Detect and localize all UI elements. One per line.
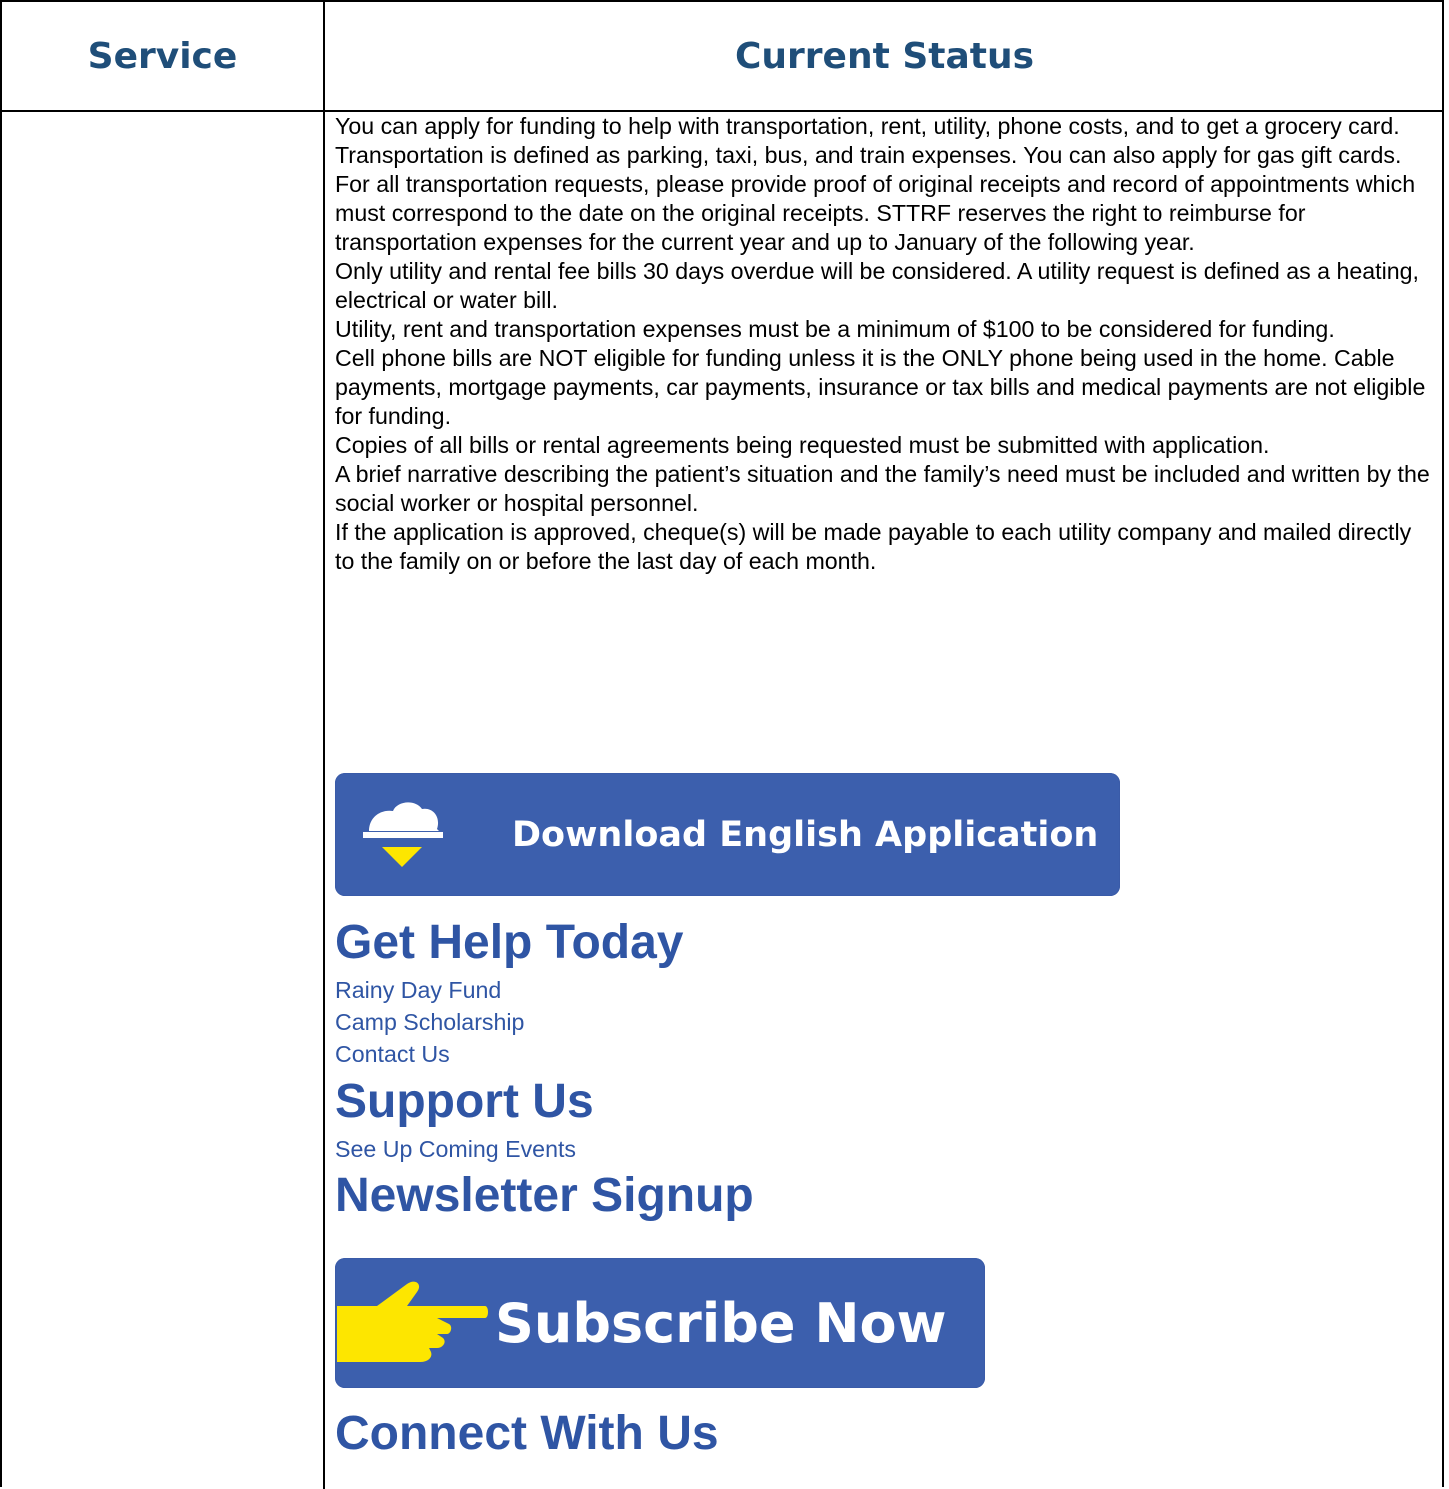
subscribe-button-label: Subscribe Now [495,1291,947,1355]
newsletter-signup-heading: Newsletter Signup [335,1169,754,1222]
header-service: Service [87,35,238,77]
connect-with-us-heading: Connect With Us [335,1407,719,1460]
link-upcoming-events[interactable]: See Up Coming Events [335,1135,576,1163]
status-cell-content: You can apply for funding to help with t… [335,112,1430,576]
cloud-download-icon [363,802,443,867]
paragraph-narrative: A brief narrative describing the patient… [335,461,1430,516]
paragraph-cell-phone: Cell phone bills are NOT eligible for fu… [335,345,1426,429]
download-button-label: Download English Application [512,814,1099,855]
paragraph-utility: Only utility and rental fee bills 30 day… [335,258,1420,313]
paragraph-intro: You can apply for funding to help with t… [335,113,1400,139]
link-rainy-day-fund[interactable]: Rainy Day Fund [335,976,501,1004]
paragraph-copies: Copies of all bills or rental agreements… [335,432,1270,458]
paragraph-approval: If the application is approved, cheque(s… [335,519,1412,574]
link-contact-us[interactable]: Contact Us [335,1040,450,1068]
subscribe-now-button[interactable]: Subscribe Now [335,1258,985,1388]
download-english-application-button[interactable]: Download English Application [335,773,1120,896]
paragraph-transportation: Transportation is defined as parking, ta… [335,142,1416,255]
column-divider [323,2,325,1489]
support-us-heading: Support Us [335,1075,594,1128]
header-current-status: Current Status [734,35,1035,77]
get-help-heading: Get Help Today [335,916,684,969]
pointing-hand-icon [337,1281,488,1362]
table-header-row: Service Current Status [2,2,1442,112]
link-camp-scholarship[interactable]: Camp Scholarship [335,1008,524,1036]
paragraph-minimum: Utility, rent and transportation expense… [335,316,1335,342]
